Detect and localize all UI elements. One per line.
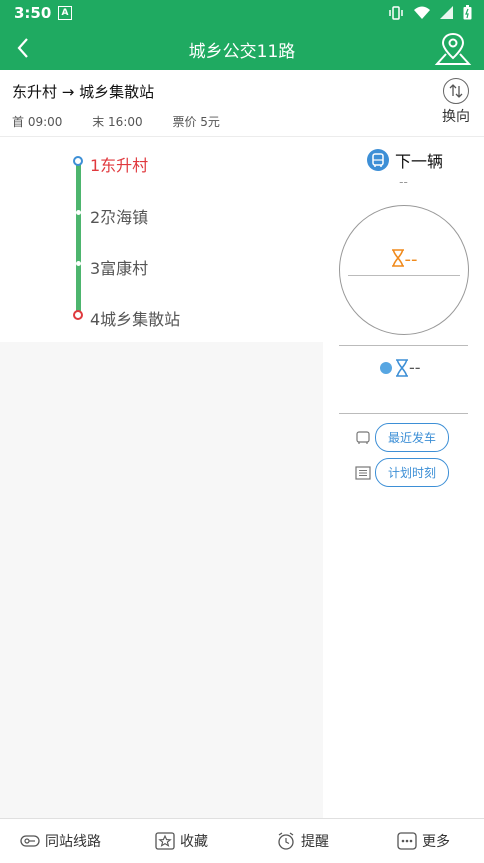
recent-departure-button[interactable]: 最近发车 (375, 423, 450, 452)
wifi-icon (414, 6, 430, 19)
stop-list: 1东升村 2尕海镇 3富康村 4城乡集散站 (0, 137, 323, 342)
bottom-nav: 同站线路 收藏 提醒 更多 (0, 818, 484, 863)
stop-item[interactable]: 2尕海镇 (0, 201, 320, 227)
map-location-icon[interactable] (434, 30, 472, 68)
stop-marker (75, 261, 81, 266)
stop-name: 2尕海镇 (90, 208, 149, 227)
eta-divider (348, 275, 460, 276)
divider (339, 413, 468, 414)
eta-circle: -- (339, 205, 469, 335)
nav-label: 同站线路 (45, 834, 101, 850)
swap-direction-icon (443, 78, 469, 104)
signal-icon (440, 6, 453, 19)
route-header: 东升村 → 城乡集散站 首 09:00 末 16:00 票价 5元 换向 (0, 70, 484, 137)
app-bar: 城乡公交11路 (0, 26, 484, 70)
nav-more[interactable]: 更多 (363, 819, 484, 863)
status-bar: 3:50 A (0, 0, 484, 26)
nav-same-stop-lines[interactable]: 同站线路 (0, 819, 121, 863)
nav-label: 收藏 (180, 834, 208, 850)
stop-name: 1东升村 (90, 156, 149, 175)
next-bus-panel: 下一辆 -- -- -- 最近发车 计划时刻 (323, 137, 484, 818)
battery-icon (463, 5, 472, 20)
stop-marker (75, 210, 81, 215)
bus-dot-icon (380, 361, 392, 374)
second-bus-eta: -- (380, 358, 421, 377)
status-time: 3:50 (14, 4, 52, 22)
vibrate-icon (389, 5, 403, 20)
stop-item[interactable]: 3富康村 (0, 252, 320, 278)
more-dots-icon (397, 832, 417, 850)
schedule-row: 计划时刻 (355, 458, 450, 487)
hourglass-icon (396, 358, 408, 377)
bus-outline-icon (356, 430, 370, 444)
first-bus-time: 首 09:00 (12, 115, 63, 129)
stop-name: 4城乡集散站 (90, 310, 181, 329)
eta-value: -- (404, 249, 418, 270)
end-stop-marker (73, 310, 83, 320)
nav-label: 更多 (422, 834, 450, 850)
start-stop-marker (73, 156, 83, 166)
list-icon (355, 465, 371, 480)
notification-a-icon: A (58, 6, 72, 20)
second-eta-value: -- (409, 358, 421, 377)
eta-display: -- (340, 249, 468, 270)
last-bus-time: 末 16:00 (92, 115, 143, 129)
stop-name: 3富康村 (90, 259, 149, 278)
lines-icon (20, 835, 40, 847)
stop-item[interactable]: 4城乡集散站 (0, 303, 320, 329)
stop-item[interactable]: 1东升村 (0, 149, 320, 175)
next-bus-header: 下一辆 (367, 148, 443, 172)
switch-direction-button[interactable]: 换向 (438, 78, 474, 126)
route-line (76, 162, 81, 315)
bus-icon (367, 149, 389, 171)
system-icons (388, 5, 472, 20)
fare: 票价 5元 (172, 115, 220, 129)
schedule-button[interactable]: 计划时刻 (375, 458, 450, 487)
next-bus-subtitle: -- (399, 175, 408, 189)
nav-label: 提醒 (301, 834, 329, 850)
nav-favorites[interactable]: 收藏 (121, 819, 242, 863)
route-meta: 首 09:00 末 16:00 票价 5元 (12, 113, 246, 130)
divider (339, 345, 468, 346)
hourglass-icon (391, 249, 404, 267)
switch-label: 换向 (442, 109, 470, 125)
page-title: 城乡公交11路 (188, 42, 296, 62)
alarm-clock-icon (278, 832, 294, 850)
recent-departure-row: 最近发车 (355, 423, 450, 452)
nav-reminders[interactable]: 提醒 (242, 819, 363, 863)
next-bus-title: 下一辆 (395, 152, 444, 171)
star-icon (155, 832, 175, 850)
empty-area (0, 342, 323, 818)
route-direction: 东升村 → 城乡集散站 (12, 83, 155, 101)
